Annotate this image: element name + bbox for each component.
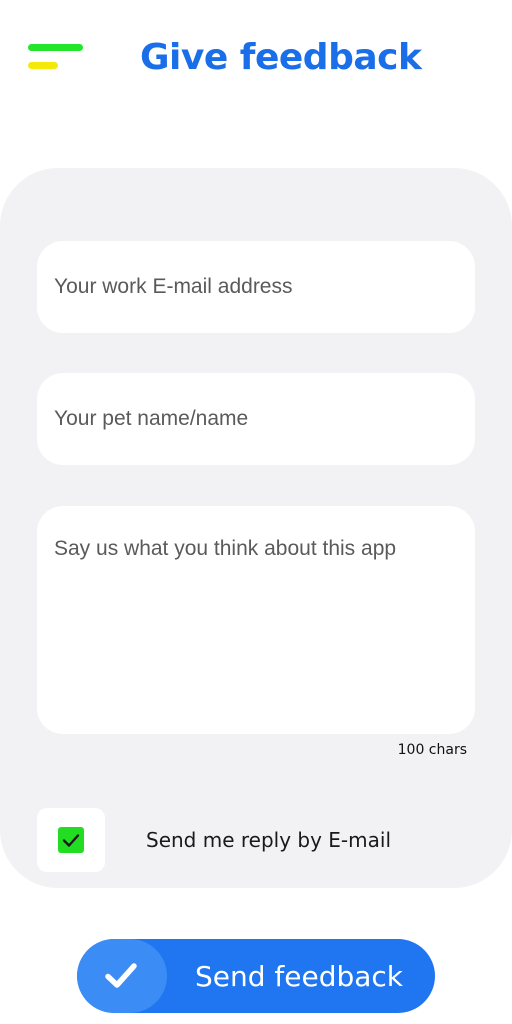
email-field-placeholder: Your work E-mail address [54,275,293,298]
message-textarea-placeholder: Say us what you think about this app [54,537,397,560]
email-field[interactable]: Your work E-mail address [37,241,475,333]
menu-bar-bottom [28,62,58,69]
checkmark-icon [105,963,137,988]
name-field[interactable]: Your pet name/name [37,373,475,465]
reply-checkbox[interactable] [58,827,84,853]
char-count: 100 chars [397,742,467,758]
checkmark-icon [62,834,80,847]
reply-checkbox-container[interactable] [37,808,105,872]
hamburger-menu-icon[interactable] [28,44,84,72]
reply-checkbox-label: Send me reply by E-mail [146,828,391,852]
page-title: Give feedback [140,37,422,78]
name-field-placeholder: Your pet name/name [54,407,249,430]
menu-bar-top [28,44,83,51]
header: Give feedback [0,0,512,115]
message-textarea[interactable]: Say us what you think about this app [37,506,475,734]
send-feedback-label: Send feedback [194,960,404,993]
send-button-check-circle [77,939,167,1013]
feedback-form-card: Your work E-mail address Your pet name/n… [0,168,512,888]
send-feedback-button[interactable]: Send feedback [77,939,435,1013]
